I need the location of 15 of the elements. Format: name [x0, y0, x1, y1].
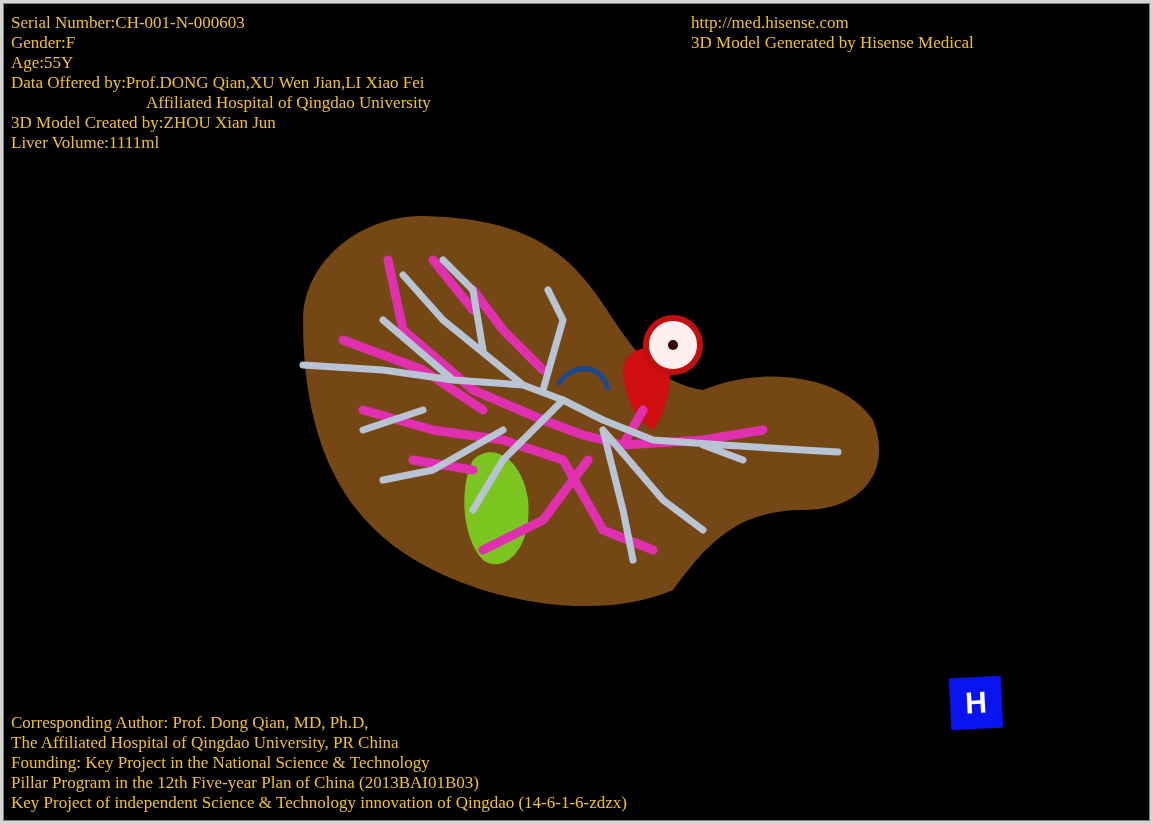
- orientation-cube[interactable]: H: [948, 675, 1004, 731]
- vendor-line: http://med.hisense.com: [691, 13, 849, 33]
- info-line: Gender:F: [11, 33, 76, 53]
- info-line: Liver Volume:1111ml: [11, 133, 160, 153]
- info-line: Affiliated Hospital of Qingdao University: [146, 93, 431, 113]
- info-line: Serial Number:CH-001-N-000603: [11, 13, 245, 33]
- info-line: Age:55Y: [11, 53, 74, 73]
- credit-line: The Affiliated Hospital of Qingdao University, PR China: [11, 733, 399, 753]
- credit-line: Founding: Key Project in the National Science & Technology: [11, 753, 430, 773]
- vendor-line: 3D Model Generated by Hisense Medical: [691, 33, 974, 53]
- info-line: Data Offered by:Prof.DONG Qian,XU Wen Jian,LI Xiao Fei: [11, 73, 425, 93]
- info-line: 3D Model Created by:ZHOU Xian Jun: [11, 113, 276, 133]
- credit-line: Pillar Program in the 12th Five-year Plan of China (2013BAI01B03): [11, 773, 479, 793]
- credit-line: Corresponding Author: Prof. Dong Qian, MD, Ph.D,: [11, 713, 369, 733]
- credit-line: Key Project of independent Science & Technology innovation of Qingdao (14-6-1-6-zdzx): [11, 793, 627, 813]
